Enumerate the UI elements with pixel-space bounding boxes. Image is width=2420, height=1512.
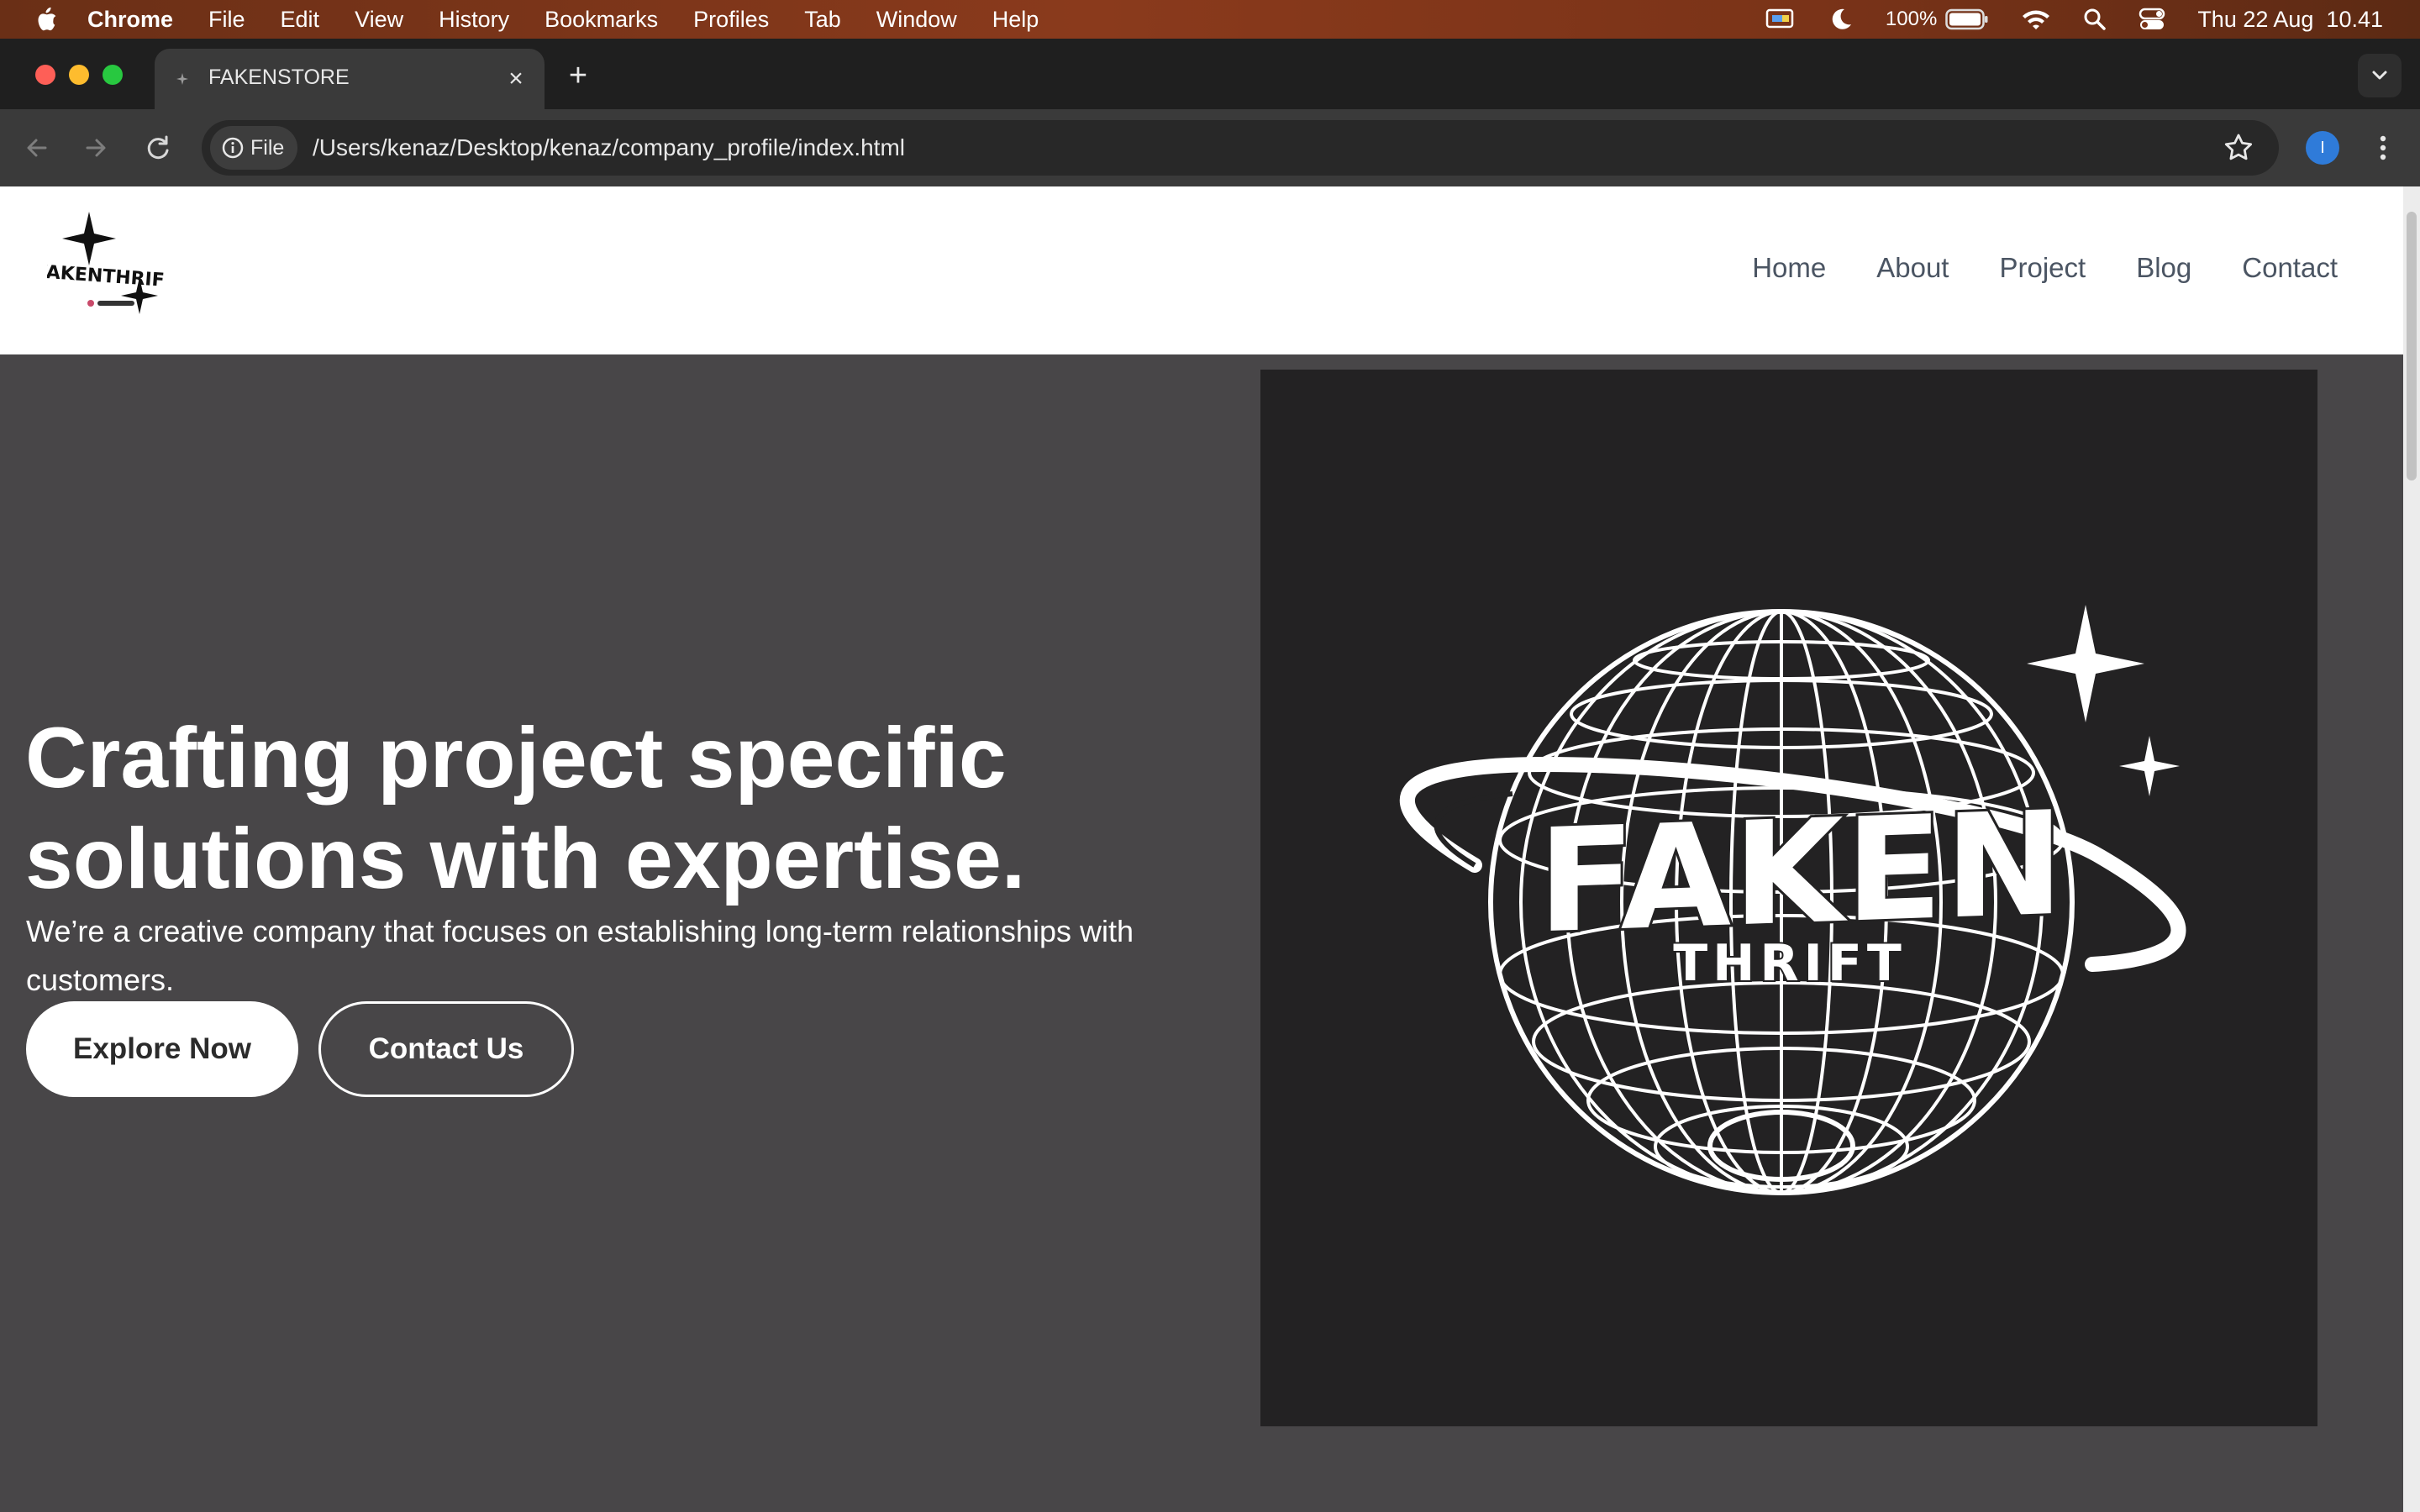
reload-icon[interactable] [141, 131, 175, 165]
spotlight-search-icon[interactable] [2083, 8, 2107, 31]
logo-wordmark: FAKENTHRIFT [47, 261, 165, 292]
menu-bookmarks[interactable]: Bookmarks [544, 7, 658, 33]
new-tab-button[interactable]: + [561, 59, 595, 92]
battery-percent: 100% [1885, 8, 1938, 30]
chevron-down-icon [2372, 71, 2387, 80]
tab-search-button[interactable] [2358, 54, 2402, 97]
menu-bar-clock[interactable]: Thu 22 Aug 10.41 [2197, 7, 2383, 33]
control-center-icon[interactable] [2139, 8, 2165, 31]
tab-favicon-icon [176, 73, 188, 85]
menu-window[interactable]: Window [876, 7, 957, 33]
url-text[interactable]: /Users/kenaz/Desktop/kenaz/company_profi… [313, 134, 905, 161]
window-zoom-button[interactable] [103, 65, 123, 85]
tab-title: FAKENSTORE [208, 66, 350, 89]
nav-contact-link[interactable]: Contact [2242, 252, 2338, 284]
site-header: FAKENTHRIFT Home About Project Blog Cont… [0, 186, 2403, 354]
web-page: FAKENTHRIFT Home About Project Blog Cont… [0, 186, 2420, 1512]
nav-about-link[interactable]: About [1876, 252, 1949, 284]
macos-menu-bar: Chrome File Edit View History Bookmarks … [0, 0, 2420, 39]
menu-tab[interactable]: Tab [804, 7, 841, 33]
hero-subtitle: We’re a creative company that focuses on… [26, 914, 1134, 997]
contact-us-button[interactable]: Contact Us [318, 1001, 574, 1097]
hero-brand-word: FAKEN [1535, 779, 2068, 969]
tab-close-icon[interactable]: × [501, 64, 531, 94]
site-nav: Home About Project Blog Contact [1752, 252, 2338, 284]
menu-profiles[interactable]: Profiles [693, 7, 769, 33]
site-logo[interactable]: FAKENTHRIFT [47, 212, 165, 321]
menu-help[interactable]: Help [992, 7, 1039, 33]
nav-home-link[interactable]: Home [1752, 252, 1826, 284]
back-arrow-icon[interactable] [20, 131, 54, 165]
nav-project-link[interactable]: Project [1999, 252, 2086, 284]
menu-file[interactable]: File [208, 7, 245, 33]
window-close-button[interactable] [35, 65, 55, 85]
apple-logo-icon[interactable] [32, 5, 59, 34]
menu-view[interactable]: View [355, 7, 403, 33]
scrollbar-thumb[interactable] [2407, 212, 2417, 480]
file-scheme-label: File [250, 136, 285, 160]
nav-blog-link[interactable]: Blog [2136, 252, 2191, 284]
menu-history[interactable]: History [439, 7, 509, 33]
hero-image: FAKEN THRIFT [1260, 370, 2317, 1426]
do-not-disturb-moon-icon[interactable] [1828, 7, 1854, 32]
bookmark-star-icon[interactable] [2222, 131, 2255, 165]
hero-brand-sub: THRIFT [1671, 932, 1907, 995]
site-info-chip[interactable]: File [210, 126, 297, 170]
profile-avatar[interactable]: I [2306, 131, 2339, 165]
wifi-icon[interactable] [2021, 8, 2051, 31]
menu-edit[interactable]: Edit [281, 7, 320, 33]
input-source-icon[interactable] [1765, 7, 1797, 32]
explore-now-button[interactable]: Explore Now [26, 1001, 298, 1097]
page-scrollbar[interactable] [2403, 186, 2420, 1512]
battery-icon[interactable] [1945, 8, 1989, 30]
window-minimize-button[interactable] [69, 65, 89, 85]
more-options-icon[interactable] [2370, 131, 2396, 165]
forward-arrow-icon[interactable] [79, 131, 113, 165]
hero-title: Crafting project specific solutions with… [25, 710, 1026, 906]
info-icon [222, 137, 244, 159]
browser-tab-active[interactable]: FAKENSTORE × [155, 49, 544, 109]
menu-app-name[interactable]: Chrome [87, 7, 173, 33]
